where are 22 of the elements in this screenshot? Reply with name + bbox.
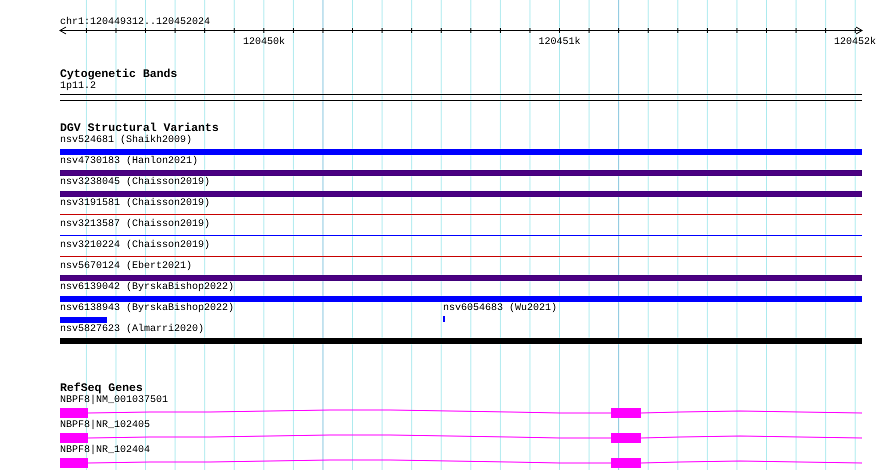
variant-label: nsv3213587 (Chaisson2019) xyxy=(60,219,210,231)
position-label: chr1:120449312..120452024 xyxy=(60,17,210,28)
tick-label: 120451k xyxy=(538,37,580,48)
tick-label: 120450k xyxy=(243,37,285,48)
tick-label: 120452k xyxy=(834,37,876,48)
transcript-label: NBPF8|NM_001037501 xyxy=(60,395,168,407)
variant-label: nsv5670124 (Ebert2021) xyxy=(60,261,192,273)
track-title: Cytogenetic Bands xyxy=(60,68,178,81)
band-label: 1p11.2 xyxy=(60,81,96,93)
variant-label: nsv6138943 (ByrskaBishop2022) xyxy=(60,303,234,315)
variant-label: nsv5827623 (Almarri2020) xyxy=(60,324,204,336)
variant-label: nsv4730183 (Hanlon2021) xyxy=(60,156,198,168)
variant-label: nsv3238045 (Chaisson2019) xyxy=(60,177,210,189)
variant-label: nsv524681 (Shaikh2009) xyxy=(60,135,192,147)
transcript-label: NBPF8|NR_102404 xyxy=(60,445,150,457)
variant-label: nsv6139042 (ByrskaBishop2022) xyxy=(60,282,234,294)
track-title: DGV Structural Variants xyxy=(60,122,219,135)
variant-label: nsv6054683 (Wu2021) xyxy=(443,303,558,315)
track-title: RefSeq Genes xyxy=(60,382,143,395)
variant-label: nsv3210224 (Chaisson2019) xyxy=(60,240,210,252)
transcript-label: NBPF8|NR_102405 xyxy=(60,420,150,432)
variant-label: nsv3191581 (Chaisson2019) xyxy=(60,198,210,210)
